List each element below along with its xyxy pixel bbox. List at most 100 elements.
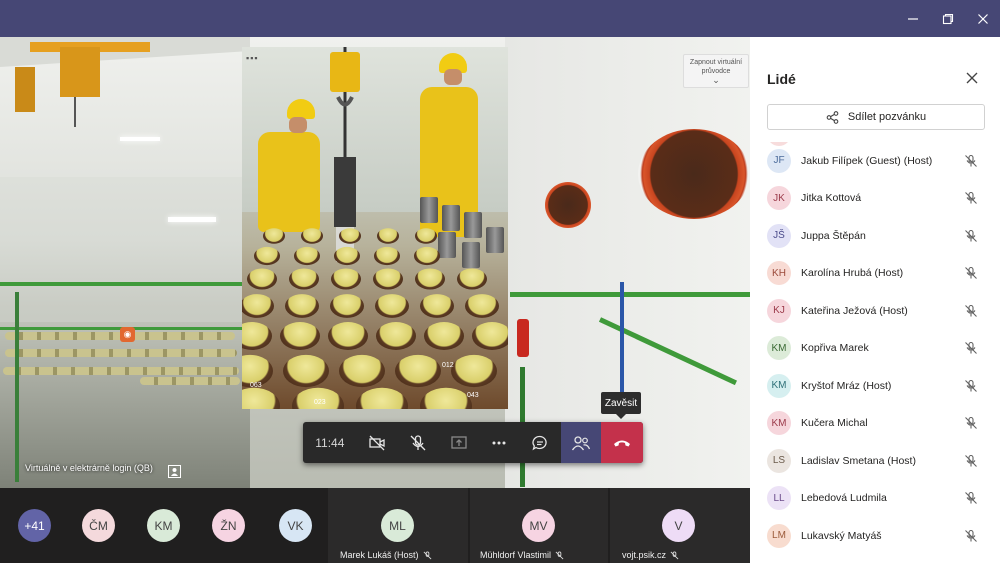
camera-hotspot-icon[interactable]: ◉ xyxy=(120,327,135,342)
participant-avatar[interactable]: KM xyxy=(147,509,180,542)
fuel-label: 023 xyxy=(314,399,326,406)
fuel-assembly xyxy=(420,387,472,409)
fuel-assembly xyxy=(263,228,285,244)
participant-tile-name: Marek Lukáš (Host) xyxy=(340,550,432,560)
participant-name: vojt.psik.cz xyxy=(622,550,667,560)
people-list-item[interactable]: KM Kučera Michal xyxy=(750,405,1000,442)
fuel-row xyxy=(3,367,239,375)
more-actions-button[interactable] xyxy=(479,422,520,463)
fire-extinguisher xyxy=(517,319,529,357)
mic-off-icon[interactable] xyxy=(964,416,978,430)
mic-off-icon[interactable] xyxy=(964,491,978,505)
porthole-window xyxy=(638,129,750,219)
mic-off-icon[interactable] xyxy=(964,229,978,243)
mic-off-icon xyxy=(670,550,679,559)
people-list-item[interactable]: JK Jitka Kottová xyxy=(750,180,1000,217)
person-name: Ladislav Smetana (Host) xyxy=(801,454,916,467)
fuel-assembly xyxy=(356,387,408,409)
fuel-assembly xyxy=(339,354,385,388)
fuel-assembly xyxy=(376,322,416,350)
camera-off-button[interactable] xyxy=(357,422,398,463)
participants-button[interactable] xyxy=(560,422,602,463)
fuel-assembly xyxy=(472,322,508,350)
participant-tile[interactable]: ML Marek Lukáš (Host) xyxy=(328,488,468,563)
participant-tile-name: vojt.psik.cz xyxy=(622,550,679,560)
mic-off-icon[interactable] xyxy=(964,379,978,393)
people-list-item[interactable]: JŠ Juppa Štěpán xyxy=(750,217,1000,254)
mic-off-icon[interactable] xyxy=(964,341,978,355)
call-timer: 11:44 xyxy=(315,435,345,450)
person-avatar: KH xyxy=(767,261,791,285)
people-list-item[interactable]: JF Jakub Filípek (Guest) (Host) xyxy=(750,142,1000,179)
people-list-item[interactable]: KJ Kateřina Ježová (Host) xyxy=(750,292,1000,329)
people-list-item[interactable]: KM Kryštof Mráz (Host) xyxy=(750,367,1000,404)
fuel-assembly xyxy=(415,268,445,290)
people-icon xyxy=(571,435,590,450)
people-list-item[interactable]: KH Karolína Hrubá (Host) xyxy=(750,255,1000,292)
mic-off-icon[interactable] xyxy=(964,154,978,168)
people-list-item[interactable]: KM Kopřiva Marek xyxy=(750,330,1000,367)
fuel-label: 063 xyxy=(250,382,262,389)
virtual-guide-label: Zapnout virtuální průvodce xyxy=(689,59,743,75)
more-dots-icon: ▪▪▪ xyxy=(246,53,259,63)
fuel-assembly xyxy=(465,294,499,318)
participant-tile[interactable]: MV Mühldorf Vlastimil xyxy=(470,488,608,563)
share-invite-button[interactable]: Sdílet pozvánku xyxy=(767,104,985,130)
person-name: Kryštof Mráz (Host) xyxy=(801,379,892,392)
participant-avatar: ML xyxy=(381,509,414,542)
person-name: Jakub Filípek (Guest) (Host) xyxy=(801,154,933,167)
mic-off-icon[interactable] xyxy=(964,454,978,468)
mute-button[interactable] xyxy=(397,422,438,463)
fuel-assembly xyxy=(373,268,403,290)
fuel-assembly xyxy=(414,246,440,266)
share-screen-button[interactable] xyxy=(438,422,479,463)
more-dots-icon xyxy=(492,441,506,444)
participant-name: Marek Lukáš (Host) xyxy=(340,550,419,560)
fuel-label: 012 xyxy=(442,362,454,369)
cask xyxy=(486,227,504,253)
green-railing xyxy=(15,292,19,482)
minimize-icon[interactable] xyxy=(896,0,930,37)
people-list: JF Jakub Filípek (Guest) (Host) JK Jitka Ko… xyxy=(750,142,1000,563)
hangup-button[interactable] xyxy=(601,422,644,463)
virtual-guide-button[interactable]: Zapnout virtuální průvodce ⌄ xyxy=(683,54,749,88)
close-icon[interactable] xyxy=(963,69,981,87)
fuel-assembly xyxy=(289,268,319,290)
close-icon[interactable] xyxy=(966,0,1000,37)
people-list-item[interactable]: LM Lukavský Matyáš xyxy=(750,517,1000,554)
mic-off-icon[interactable] xyxy=(964,191,978,205)
people-list-item[interactable]: LL Lebedová Ludmila xyxy=(750,480,1000,517)
fuel-assembly xyxy=(395,354,441,388)
chat-button[interactable] xyxy=(520,422,561,463)
green-railing xyxy=(510,292,750,297)
shared-360-view[interactable]: ◉ Zapnout virtuální průvodce ⌄ ▪▪▪ 023 0… xyxy=(0,37,750,488)
person-avatar: KM xyxy=(767,336,791,360)
mic-off-icon[interactable] xyxy=(964,304,978,318)
green-railing xyxy=(0,282,250,286)
chat-icon xyxy=(532,435,547,450)
camera-off-icon xyxy=(369,435,385,450)
cask xyxy=(438,232,456,258)
call-controls: 11:44 xyxy=(303,422,644,463)
participant-tile-name: Mühldorf Vlastimil xyxy=(480,550,564,560)
mic-off-icon[interactable] xyxy=(964,266,978,280)
participant-avatar[interactable]: ŽN xyxy=(212,509,245,542)
more-participants-badge[interactable]: +41 xyxy=(18,509,51,542)
participant-avatar[interactable]: ČM xyxy=(82,509,115,542)
fuel-assembly xyxy=(424,322,464,350)
fuel-assembly xyxy=(457,268,487,290)
person-add-icon[interactable] xyxy=(168,465,181,478)
fuel-assembly xyxy=(254,246,280,266)
person-name: Lukavský Matyáš xyxy=(801,529,882,542)
porthole-window xyxy=(545,182,591,228)
person-name: Kateřina Ježová (Host) xyxy=(801,304,908,317)
people-list-item[interactable]: LS Ladislav Smetana (Host) xyxy=(750,442,1000,479)
blue-pipe xyxy=(620,282,624,402)
participant-avatar[interactable]: VK xyxy=(279,509,312,542)
fuel-assembly xyxy=(294,246,320,266)
person-avatar: LM xyxy=(767,523,791,548)
participant-tile[interactable]: V vojt.psik.cz xyxy=(610,488,750,563)
mic-off-icon[interactable] xyxy=(964,529,978,543)
restore-icon[interactable] xyxy=(931,0,965,37)
share-icon xyxy=(826,110,839,124)
